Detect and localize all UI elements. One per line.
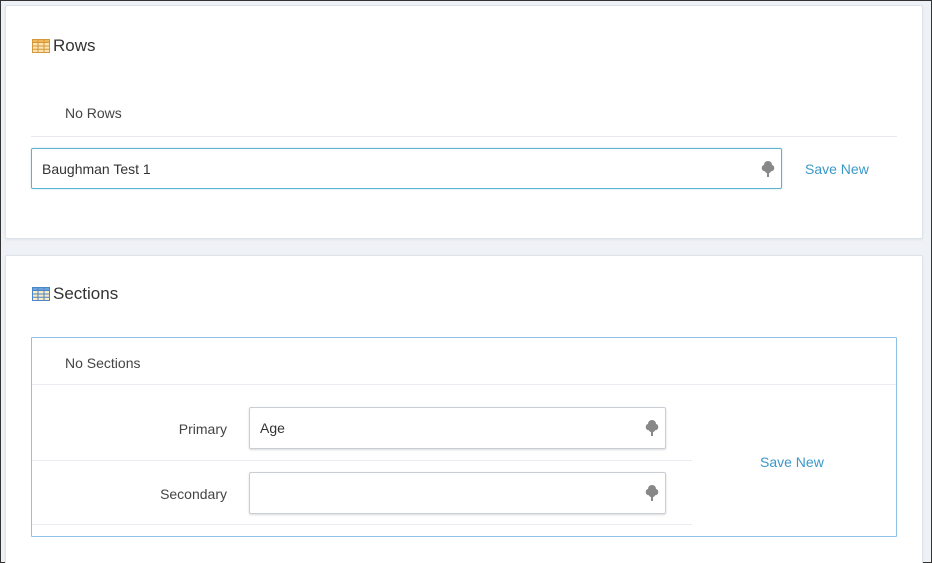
primary-input[interactable] xyxy=(250,408,665,448)
primary-input-wrapper[interactable] xyxy=(249,407,666,449)
rows-name-input[interactable] xyxy=(32,149,781,188)
sections-panel: Sections No Sections Primary Secondary xyxy=(5,255,923,563)
sections-editor: No Sections Primary Secondary xyxy=(31,337,897,537)
secondary-input-wrapper[interactable] xyxy=(249,472,666,514)
tree-icon[interactable] xyxy=(761,160,775,178)
sections-title: Sections xyxy=(32,284,118,304)
divider xyxy=(32,524,692,525)
rows-empty-message: No Rows xyxy=(65,105,122,121)
sections-save-new-link[interactable]: Save New xyxy=(760,454,824,470)
sections-empty-message: No Sections xyxy=(65,355,141,371)
rows-name-input-wrapper[interactable] xyxy=(31,148,782,189)
divider xyxy=(32,384,896,385)
rows-title-text: Rows xyxy=(53,36,96,55)
rows-title: Rows xyxy=(32,36,96,56)
table-icon xyxy=(32,39,50,53)
divider xyxy=(32,460,692,461)
primary-label: Primary xyxy=(178,421,227,437)
rows-save-new-link[interactable]: Save New xyxy=(805,161,869,177)
tree-icon[interactable] xyxy=(645,419,659,437)
secondary-input[interactable] xyxy=(250,473,665,513)
tree-icon[interactable] xyxy=(645,484,659,502)
sections-title-text: Sections xyxy=(53,284,119,303)
divider xyxy=(31,136,897,137)
table-icon xyxy=(32,287,50,301)
secondary-label: Secondary xyxy=(160,486,227,502)
rows-panel: Rows No Rows Save New xyxy=(5,5,923,239)
